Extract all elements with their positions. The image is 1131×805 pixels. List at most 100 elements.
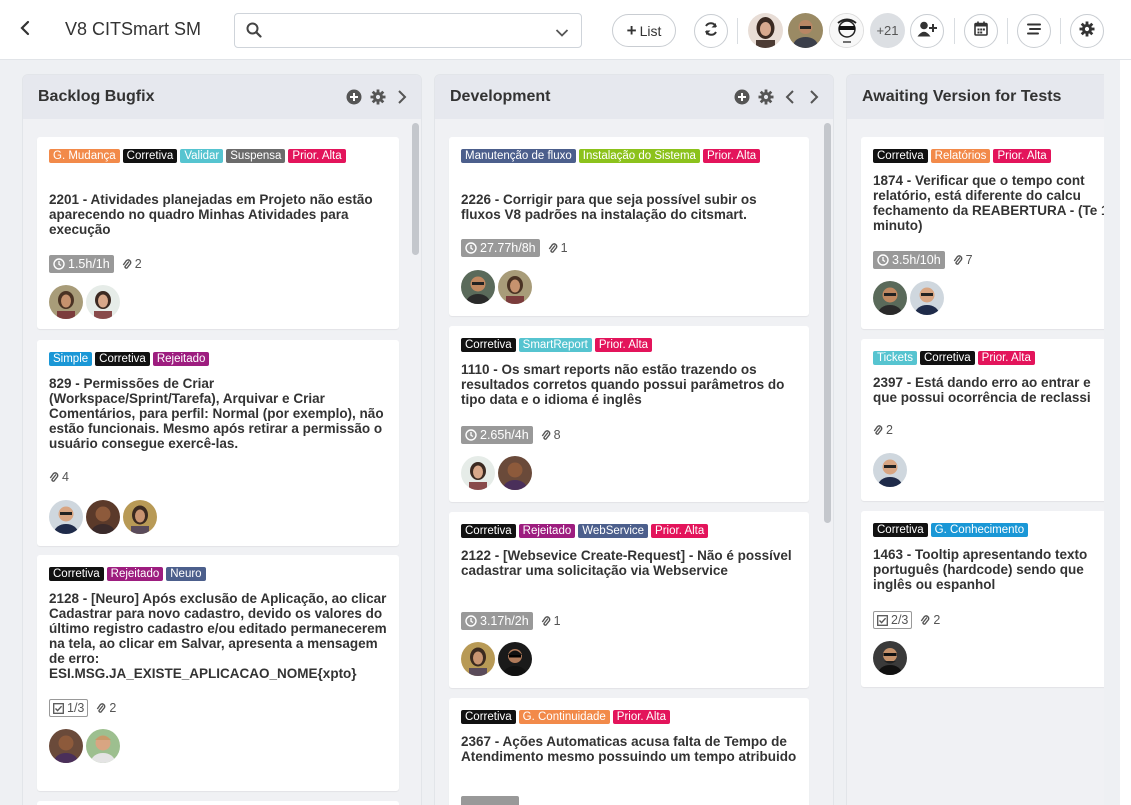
card-tags: G. Mudança Corretiva Validar Suspensa Pr… bbox=[49, 149, 387, 163]
avatar[interactable] bbox=[49, 500, 83, 534]
search-box[interactable] bbox=[234, 13, 582, 48]
add-member-button[interactable] bbox=[910, 14, 944, 48]
chevron-left-icon bbox=[19, 20, 31, 41]
card-members bbox=[873, 281, 944, 315]
avatar[interactable] bbox=[788, 13, 823, 48]
add-list-button[interactable]: + List bbox=[612, 14, 676, 47]
task-card[interactable]: Tickets Corretiva Prior. Alta 2397 - Est… bbox=[861, 339, 1104, 501]
task-card[interactable] bbox=[37, 801, 399, 805]
avatar[interactable] bbox=[829, 13, 864, 48]
paperclip-icon bbox=[122, 258, 132, 269]
task-card[interactable]: Corretiva Rejeitado WebService Prior. Al… bbox=[449, 512, 809, 688]
avatar[interactable] bbox=[498, 456, 532, 490]
task-card[interactable]: G. Mudança Corretiva Validar Suspensa Pr… bbox=[37, 137, 399, 329]
scrollbar[interactable] bbox=[412, 123, 419, 255]
task-card[interactable]: Corretiva SmartReport Prior. Alta 1110 -… bbox=[449, 326, 809, 502]
column-awaiting-version: Awaiting Version for Tests Corretiva Rel… bbox=[846, 74, 1104, 805]
column-backlog-bugfix: Backlog Bugfix G. Mudança Corretiva Vali… bbox=[22, 74, 422, 805]
paperclip-icon bbox=[953, 254, 963, 265]
paperclip-icon bbox=[873, 424, 883, 435]
time-badge: 3.5h/10h bbox=[873, 251, 945, 269]
search-input[interactable] bbox=[271, 20, 551, 42]
refresh-button[interactable] bbox=[694, 14, 728, 48]
attachment-count: 2 bbox=[96, 701, 116, 715]
tag: Manutenção de fluxo bbox=[461, 149, 576, 163]
card-meta: 1.5h/1h 2 bbox=[49, 255, 142, 273]
avatar[interactable] bbox=[49, 285, 83, 319]
avatar[interactable] bbox=[498, 642, 532, 676]
avatar[interactable] bbox=[461, 456, 495, 490]
avatar[interactable] bbox=[873, 453, 907, 487]
clock-icon bbox=[465, 615, 477, 627]
avatar[interactable] bbox=[748, 13, 783, 48]
chevron-left-icon[interactable] bbox=[781, 88, 799, 106]
avatar[interactable] bbox=[86, 500, 120, 534]
tag: Corretiva bbox=[461, 524, 516, 538]
tag: G. Conhecimento bbox=[930, 523, 1029, 537]
avatar[interactable] bbox=[461, 642, 495, 676]
gear-icon[interactable] bbox=[757, 88, 775, 106]
card-title: 2128 - [Neuro] Após exclusão de Aplicaçã… bbox=[49, 591, 387, 681]
card-meta: 2/3 2 bbox=[873, 611, 940, 629]
tag: Corretiva bbox=[49, 567, 104, 581]
gear-icon[interactable] bbox=[369, 88, 387, 106]
divider bbox=[1007, 18, 1008, 44]
task-card[interactable]: Manutenção de fluxo Instalação do Sistem… bbox=[449, 137, 809, 316]
settings-button[interactable] bbox=[1070, 14, 1104, 48]
card-meta: 3.17h/2h 1 bbox=[461, 612, 561, 630]
chevron-right-icon[interactable] bbox=[805, 88, 823, 106]
add-card-icon[interactable] bbox=[345, 88, 363, 106]
clock-icon bbox=[465, 429, 477, 441]
card-members bbox=[461, 456, 532, 490]
menu-icon bbox=[1027, 22, 1041, 40]
tag: SmartReport bbox=[518, 338, 592, 352]
top-bar: V8 CITSmart SM + List +21 bbox=[0, 0, 1131, 60]
paperclip-icon bbox=[548, 242, 557, 253]
avatar[interactable] bbox=[123, 500, 157, 534]
column-card-list: Manutenção de fluxo Instalação do Sistem… bbox=[435, 119, 833, 805]
task-card[interactable]: Corretiva G. Conhecimento 1463 - Tooltip… bbox=[861, 511, 1104, 687]
tag: Corretiva bbox=[873, 523, 928, 537]
menu-button[interactable] bbox=[1017, 14, 1051, 48]
avatar[interactable] bbox=[498, 270, 532, 304]
tag: Instalação do Sistema bbox=[578, 149, 700, 163]
calendar-button[interactable] bbox=[964, 14, 998, 48]
avatar[interactable] bbox=[461, 270, 495, 304]
card-meta: 2.65h/4h 8 bbox=[461, 426, 561, 444]
avatar[interactable] bbox=[873, 641, 907, 675]
task-card[interactable]: Corretiva Rejeitado Neuro 2128 - [Neuro]… bbox=[37, 555, 399, 791]
calendar-icon bbox=[974, 21, 988, 41]
add-card-icon[interactable] bbox=[733, 88, 751, 106]
tag: Corretiva bbox=[461, 338, 516, 352]
card-tags: Tickets Corretiva Prior. Alta bbox=[873, 351, 1104, 365]
avatar[interactable] bbox=[49, 729, 83, 763]
card-tags: Corretiva SmartReport Prior. Alta bbox=[461, 338, 797, 352]
clock-icon bbox=[465, 242, 477, 254]
attachment-count: 1 bbox=[548, 241, 568, 255]
chevron-down-icon[interactable] bbox=[555, 25, 569, 43]
attachment-count: 2 bbox=[920, 613, 940, 627]
gear-icon bbox=[1079, 21, 1095, 42]
attachment-count: 8 bbox=[541, 428, 561, 442]
card-members bbox=[461, 642, 532, 676]
card-tags: Corretiva Rejeitado Neuro bbox=[49, 567, 387, 581]
more-users-count[interactable]: +21 bbox=[870, 13, 905, 48]
paperclip-icon bbox=[921, 614, 930, 625]
avatar[interactable] bbox=[86, 285, 120, 319]
clock-icon bbox=[53, 258, 65, 270]
avatar[interactable] bbox=[873, 281, 907, 315]
card-members bbox=[461, 270, 532, 304]
tag: Corretiva bbox=[122, 149, 178, 163]
task-card[interactable]: Corretiva G. Continuidade Prior. Alta 23… bbox=[449, 698, 809, 805]
back-button[interactable] bbox=[14, 18, 36, 42]
card-members bbox=[49, 500, 157, 534]
avatar[interactable] bbox=[910, 281, 944, 315]
scrollbar[interactable] bbox=[824, 123, 831, 523]
checklist-badge: 1/3 bbox=[49, 699, 89, 717]
task-card[interactable]: Corretiva Relatórios Prior. Alta 1874 - … bbox=[861, 137, 1104, 329]
chevron-right-icon[interactable] bbox=[393, 88, 411, 106]
task-card[interactable]: Simple Corretiva Rejeitado 829 - Permiss… bbox=[37, 340, 399, 546]
column-header: Backlog Bugfix bbox=[23, 75, 421, 119]
divider bbox=[954, 18, 955, 44]
avatar[interactable] bbox=[86, 729, 120, 763]
